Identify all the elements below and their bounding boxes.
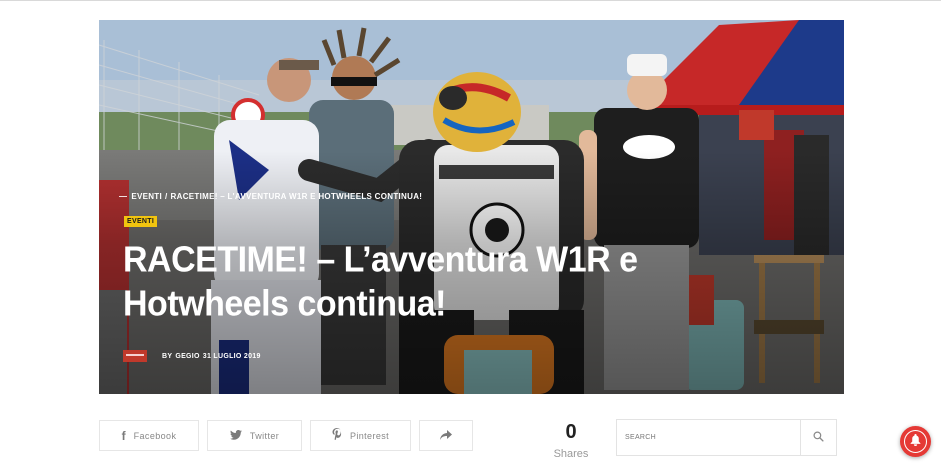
twitter-share-button[interactable]: Twitter: [207, 420, 302, 451]
search-button[interactable]: [800, 420, 836, 455]
page: — EVENTI / RACETIME! – L'AVVENTURA W1R E HO…: [0, 0, 941, 469]
hero-image[interactable]: — EVENTI / RACETIME! – L'AVVENTURA W1R E HO…: [99, 20, 844, 394]
post-date: 31 LUGLIO 2019: [202, 352, 261, 360]
category-badge[interactable]: EVENTI: [124, 216, 158, 227]
search-box: [616, 419, 837, 456]
twitter-label: Twitter: [249, 430, 280, 441]
breadcrumb: — EVENTI / RACETIME! – L'AVVENTURA W1R E HO…: [119, 192, 422, 201]
facebook-label: Facebook: [133, 430, 177, 441]
byline: BY GEGIO 31 LUGLIO 2019: [123, 350, 261, 362]
more-share-button[interactable]: [419, 420, 473, 451]
author-name[interactable]: GEGIO: [175, 353, 199, 360]
author-avatar[interactable]: [123, 350, 147, 362]
byline-text: BY GEGIO 31 LUGLIO 2019: [162, 353, 261, 360]
search-icon: [813, 429, 824, 447]
share-count: 0: [565, 421, 577, 443]
share-counter: 0 Shares: [538, 420, 604, 460]
breadcrumb-dash: —: [119, 192, 128, 201]
article-title: RACETIME! – L’avventura W1R e Hotwheels …: [123, 240, 638, 325]
facebook-share-button[interactable]: f Facebook: [99, 420, 199, 451]
breadcrumb-category[interactable]: EVENTI: [131, 192, 162, 201]
facebook-icon: f: [121, 428, 126, 443]
share-arrow-icon: [440, 427, 452, 445]
twitter-icon: [229, 429, 242, 443]
breadcrumb-separator: /: [165, 192, 168, 201]
pinterest-share-button[interactable]: Pinterest: [310, 420, 411, 451]
share-count-label: Shares: [553, 448, 589, 460]
search-input[interactable]: [617, 420, 800, 455]
byline-prefix: BY: [162, 352, 173, 360]
bell-icon: [910, 433, 921, 451]
breadcrumb-current: RACETIME! – L'AVVENTURA W1R E HOTWHEELS …: [170, 192, 423, 201]
pinterest-icon: [332, 428, 342, 443]
pinterest-label: Pinterest: [349, 430, 390, 441]
notification-ring: [904, 430, 927, 453]
hero-gradient: [99, 20, 844, 394]
notification-button[interactable]: [900, 426, 931, 457]
top-divider: [0, 0, 941, 1]
